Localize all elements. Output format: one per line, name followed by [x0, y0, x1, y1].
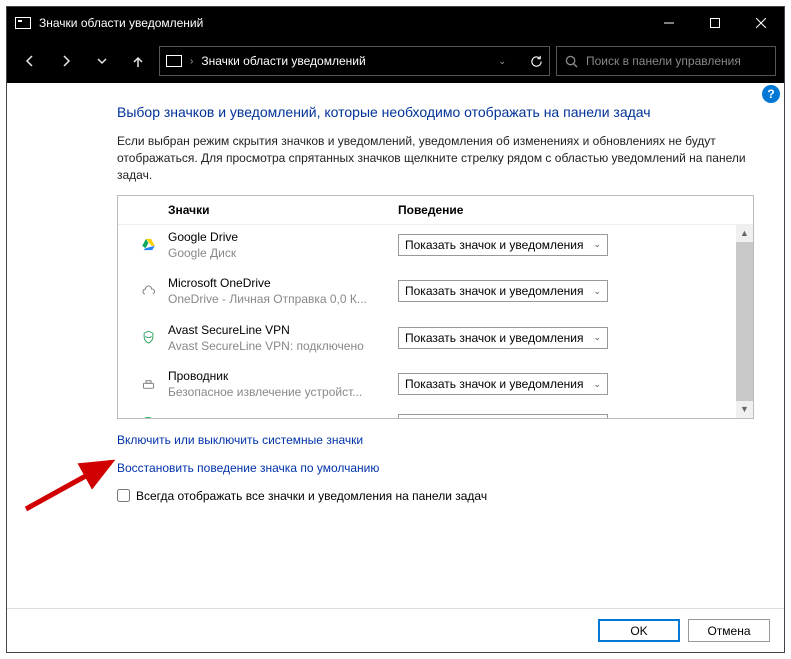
app-icon — [15, 17, 31, 29]
icons-table: Значки Поведение Google DriveGoogle Диск… — [117, 195, 754, 419]
history-dropdown[interactable] — [87, 46, 117, 76]
search-placeholder: Поиск в панели управления — [586, 54, 741, 68]
behavior-select[interactable]: Показать значок и уведомления⌄ — [398, 327, 608, 349]
search-icon — [565, 55, 578, 68]
link-system-icons[interactable]: Включить или выключить системные значки — [117, 433, 754, 447]
forward-button[interactable] — [51, 46, 81, 76]
cancel-button[interactable]: Отмена — [688, 619, 770, 642]
explorer-icon — [140, 376, 156, 392]
chevron-right-icon: › — [190, 56, 193, 67]
page-description: Если выбран режим скрытия значков и увед… — [117, 133, 754, 185]
nav-bar: › Значки области уведомлений ⌄ Поиск в п… — [7, 39, 784, 83]
search-input[interactable]: Поиск в панели управления — [556, 46, 776, 76]
footer: OK Отмена — [7, 608, 784, 652]
column-header-icons: Значки — [168, 203, 398, 217]
table-row: Google DriveGoogle Диск Показать значок … — [118, 225, 753, 271]
chevron-down-icon: ⌄ — [593, 332, 601, 343]
page-title: Выбор значков и уведомлений, которые нео… — [117, 103, 754, 123]
row-name: Проводник — [168, 368, 392, 384]
row-subtitle: Avast SecureLine VPN: подключено — [168, 338, 392, 354]
always-show-label: Всегда отображать все значки и уведомлен… — [136, 489, 487, 503]
behavior-select[interactable]: Показать значок и уведомления⌄ — [398, 373, 608, 395]
behavior-select[interactable]: Скрыть значок и уведомления⌄ — [398, 414, 608, 418]
panel-icon — [166, 55, 182, 67]
table-row: Microsoft OneDriveOneDrive - Личная Отпр… — [118, 271, 753, 317]
spotify-icon — [140, 417, 156, 418]
close-button[interactable] — [738, 7, 784, 39]
breadcrumb-label: Значки области уведомлений — [201, 54, 365, 68]
back-button[interactable] — [15, 46, 45, 76]
scrollbar[interactable]: ▲ ▼ — [736, 225, 753, 418]
row-name: Google Drive — [168, 229, 392, 245]
titlebar: Значки области уведомлений — [7, 7, 784, 39]
row-name: Spotify — [168, 417, 392, 418]
chevron-down-icon[interactable]: ⌄ — [498, 56, 506, 67]
maximize-button[interactable] — [692, 7, 738, 39]
always-show-checkbox[interactable] — [117, 489, 130, 502]
chevron-down-icon: ⌄ — [593, 286, 601, 297]
row-subtitle: Безопасное извлечение устройст... — [168, 384, 392, 400]
link-restore-defaults[interactable]: Восстановить поведение значка по умолчан… — [117, 461, 754, 475]
refresh-icon[interactable] — [530, 55, 543, 68]
row-subtitle: OneDrive - Личная Отправка 0,0 К... — [168, 291, 392, 307]
table-row: ПроводникБезопасное извлечение устройст.… — [118, 364, 753, 410]
window-title: Значки области уведомлений — [39, 16, 203, 30]
row-name: Microsoft OneDrive — [168, 275, 392, 291]
scroll-thumb[interactable] — [736, 242, 753, 401]
scroll-down-arrow[interactable]: ▼ — [736, 401, 753, 418]
row-subtitle: Google Диск — [168, 245, 392, 261]
scroll-up-arrow[interactable]: ▲ — [736, 225, 753, 242]
table-row: Avast SecureLine VPNAvast SecureLine VPN… — [118, 318, 753, 364]
up-button[interactable] — [123, 46, 153, 76]
minimize-button[interactable] — [646, 7, 692, 39]
avast-vpn-icon — [140, 330, 156, 346]
always-show-checkbox-row[interactable]: Всегда отображать все значки и уведомлен… — [117, 489, 754, 503]
column-header-behavior: Поведение — [398, 203, 743, 217]
row-name: Avast SecureLine VPN — [168, 322, 392, 338]
chevron-down-icon: ⌄ — [593, 239, 601, 250]
behavior-select[interactable]: Показать значок и уведомления⌄ — [398, 234, 608, 256]
onedrive-icon — [140, 283, 156, 299]
breadcrumb[interactable]: › Значки области уведомлений ⌄ — [159, 46, 550, 76]
chevron-down-icon: ⌄ — [593, 379, 601, 390]
help-icon[interactable]: ? — [762, 85, 780, 103]
ok-button[interactable]: OK — [598, 619, 680, 642]
google-drive-icon — [140, 237, 156, 253]
behavior-select[interactable]: Показать значок и уведомления⌄ — [398, 280, 608, 302]
table-row: Spotify Скрыть значок и уведомления⌄ — [118, 410, 753, 418]
